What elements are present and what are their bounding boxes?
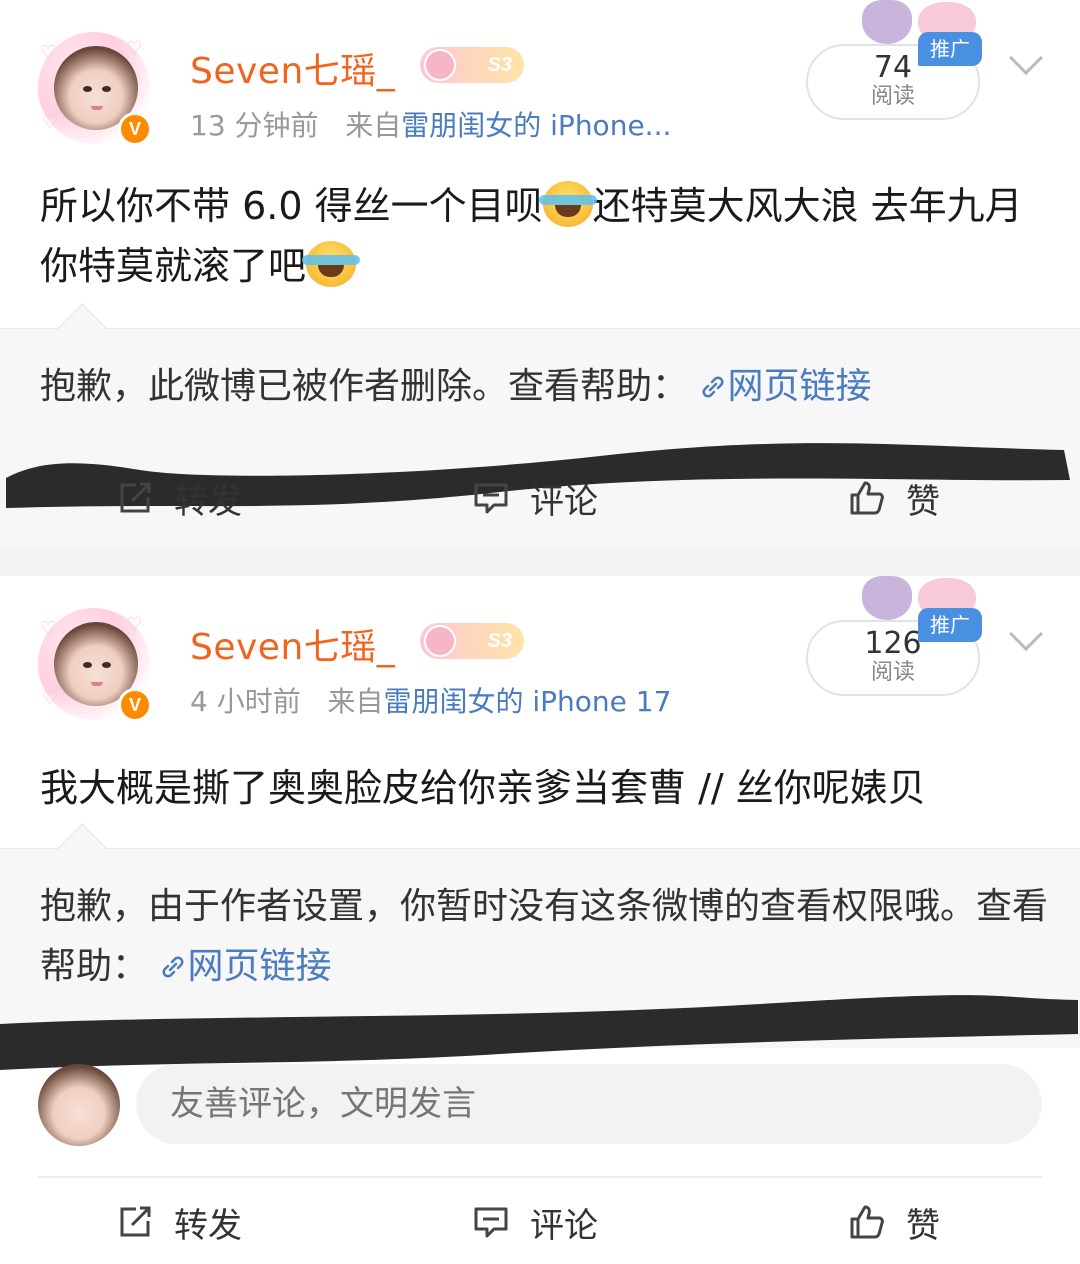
like-button[interactable]: 赞 <box>848 458 940 538</box>
like-button[interactable]: 赞 <box>848 1182 940 1262</box>
post-text: 我大概是撕了奥奥脸皮给你亲爹当套曹 // 丝你呢婊贝 <box>40 766 926 810</box>
read-label: 阅读 <box>870 660 915 685</box>
quote-text: 抱歉，由于作者设置，你暂时没有这条微博的查看权限哦。查看帮助： 网页链接 <box>40 886 1049 987</box>
bear-icon <box>424 625 456 657</box>
promo-badge: 推广 <box>918 608 982 642</box>
repost-button[interactable]: 转发 <box>116 1182 242 1262</box>
post-time: 4 小时前 <box>190 685 301 718</box>
post-card: ♡ ♡ ♡ V Seven七瑶_ S3 4 小时前 来自雷朋闺女的 iPhone… <box>0 576 1080 1264</box>
web-link[interactable]: 网页链接 <box>159 946 331 987</box>
emoji-laugh-icon <box>302 241 361 287</box>
avatar[interactable]: ♡ ♡ ♡ V <box>38 32 152 146</box>
avatar[interactable]: ♡ ♡ ♡ V <box>38 608 152 722</box>
action-bar: 转发 评论 赞 <box>0 1182 1080 1262</box>
promo-badge: 推广 <box>918 32 982 66</box>
post-source[interactable]: 雷朋闺女的 iPhone... <box>401 109 671 142</box>
level-badge: S3 <box>420 623 524 659</box>
comment-button[interactable]: 评论 <box>472 458 598 538</box>
comment-button[interactable]: 评论 <box>472 1182 598 1262</box>
divider <box>38 1176 1042 1178</box>
quoted-post: 抱歉，由于作者设置，你暂时没有这条微博的查看权限哦。查看帮助： 网页链接 <box>0 823 1080 1048</box>
post-source[interactable]: 雷朋闺女的 iPhone 17 <box>383 685 671 718</box>
emoji-laugh-icon <box>538 181 597 227</box>
post-meta: 13 分钟前 来自雷朋闺女的 iPhone... <box>190 109 672 142</box>
level-badge: S3 <box>420 47 524 83</box>
repost-button[interactable]: 转发 <box>116 458 242 538</box>
username[interactable]: Seven七瑶_ <box>190 42 395 94</box>
repost-icon <box>120 1206 151 1237</box>
web-link[interactable]: 网页链接 <box>699 366 871 407</box>
like-icon <box>850 1205 884 1239</box>
bear-icon <box>424 49 456 81</box>
chevron-down-icon[interactable] <box>1009 617 1043 651</box>
read-label: 阅读 <box>870 84 915 109</box>
link-icon <box>703 376 724 398</box>
comment-input[interactable] <box>136 1064 1042 1144</box>
verified-badge: V <box>118 112 152 146</box>
post-meta: 4 小时前 来自雷朋闺女的 iPhone 17 <box>190 685 672 718</box>
quote-text: 抱歉，此微博已被作者删除。查看帮助： 网页链接 <box>40 366 872 407</box>
feed-separator <box>0 548 1080 576</box>
comment-composer <box>0 1064 1080 1152</box>
comment-icon <box>474 1207 508 1238</box>
post-time: 13 分钟前 <box>190 109 319 142</box>
action-bar: 转发 评论 赞 <box>0 458 1080 538</box>
username[interactable]: Seven七瑶_ <box>190 618 395 670</box>
verified-badge: V <box>118 688 152 722</box>
repost-icon <box>120 482 151 513</box>
post-text: 所以你不带 6.0 得丝一个目呗 还特莫大风大浪 去年九月你特莫就滚了吧 <box>40 176 1050 296</box>
like-icon <box>850 481 884 515</box>
weibo-feed: ♡ ♡ ♡ V Seven七瑶_ S3 13 分钟前 来自雷朋闺女的 iPhon… <box>0 0 1080 1264</box>
comment-icon <box>474 483 508 514</box>
avatar <box>38 1064 120 1146</box>
chevron-down-icon[interactable] <box>1009 41 1043 75</box>
post-card: ♡ ♡ ♡ V Seven七瑶_ S3 13 分钟前 来自雷朋闺女的 iPhon… <box>0 0 1080 548</box>
link-icon <box>163 956 184 978</box>
